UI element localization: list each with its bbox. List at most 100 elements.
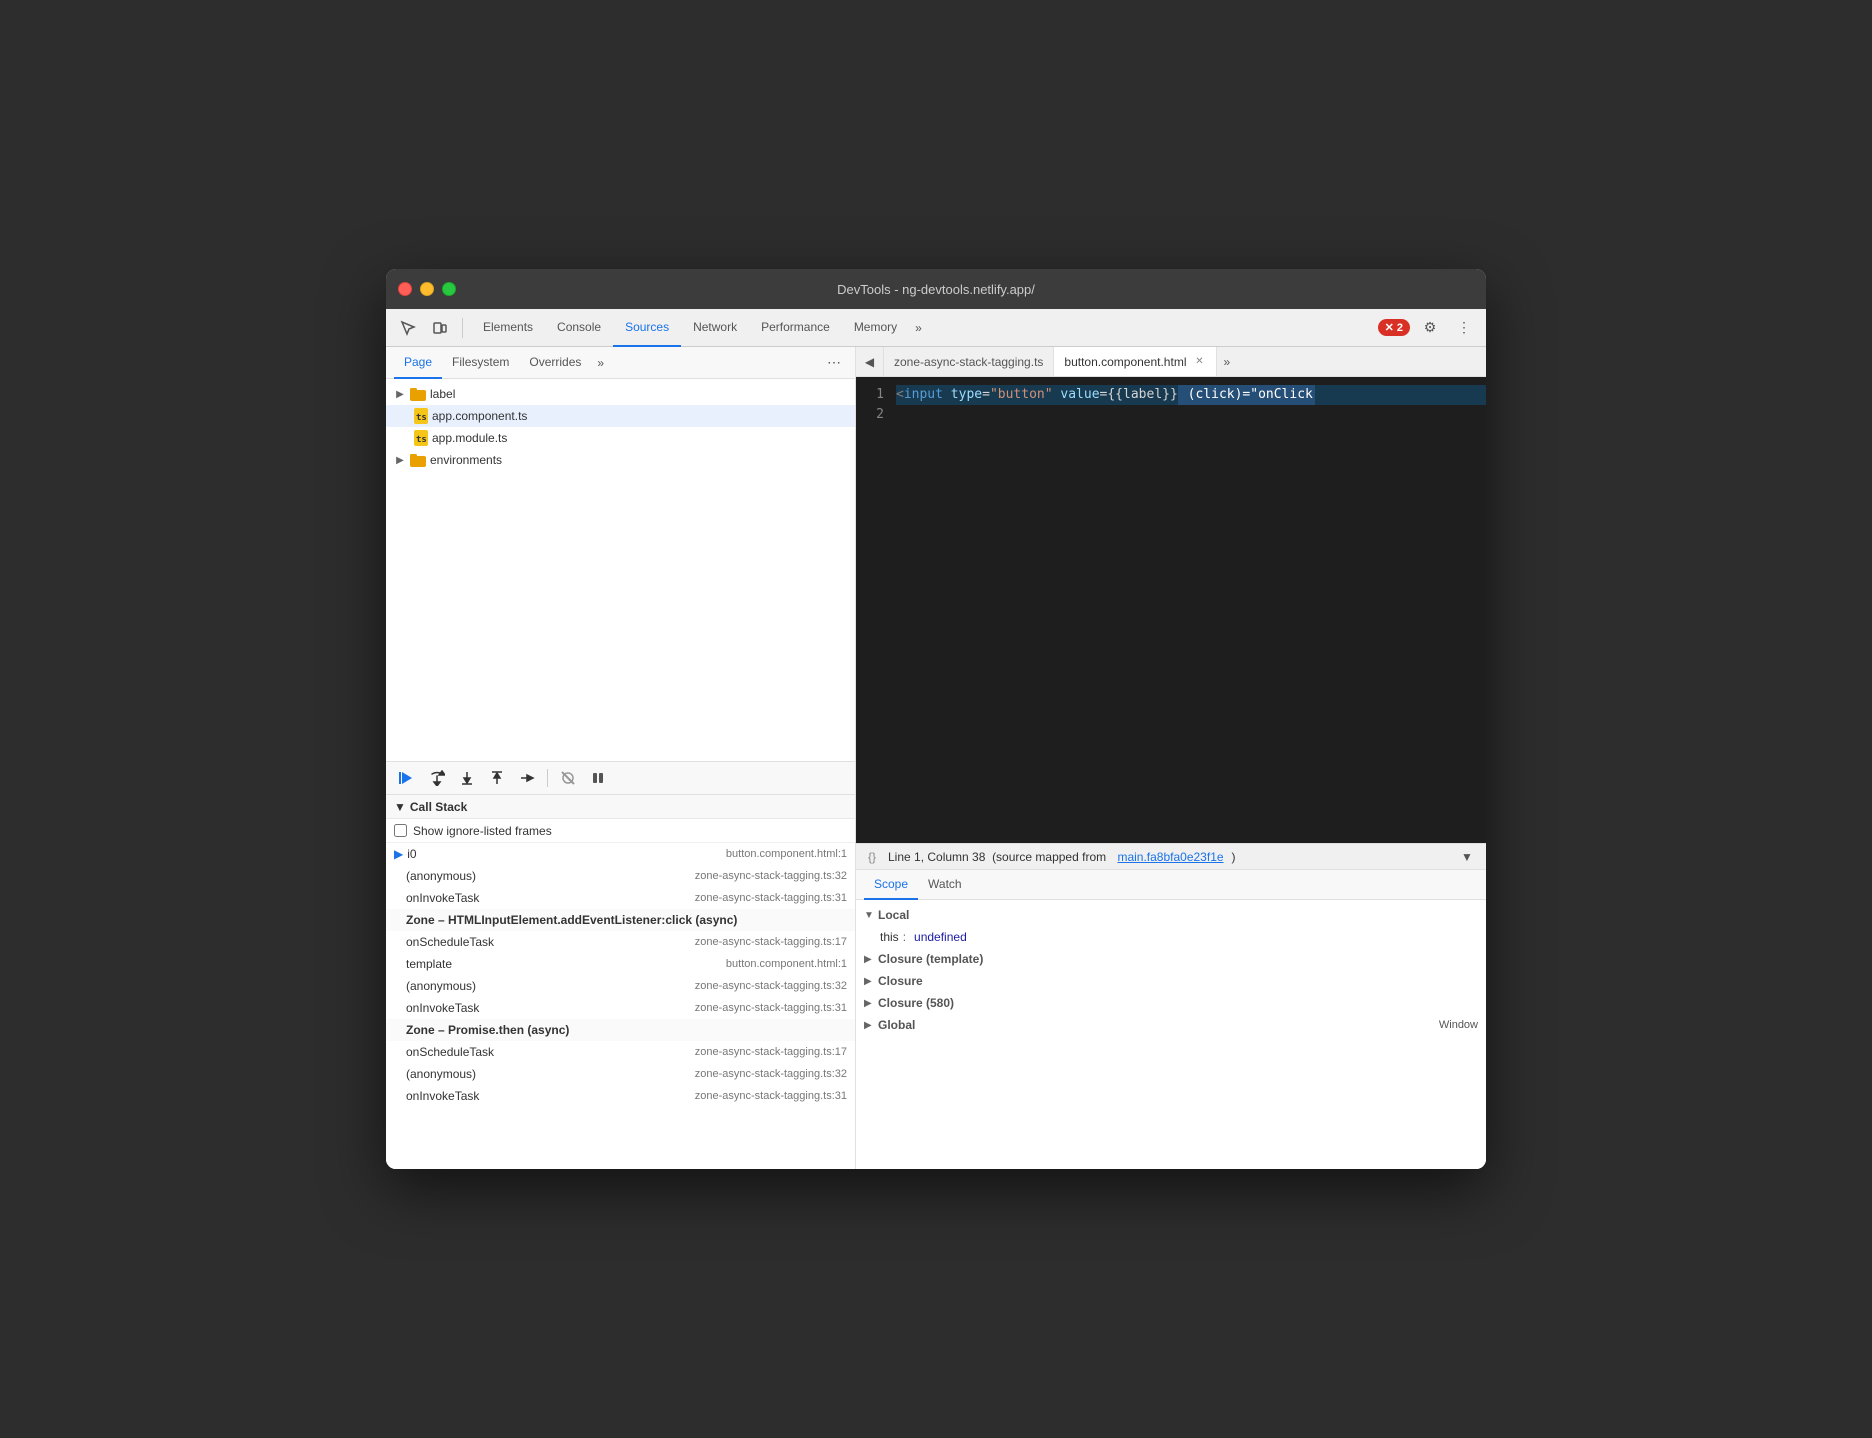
frame-location: zone-async-stack-tagging.ts:31 bbox=[695, 1002, 847, 1014]
sub-tab-filesystem[interactable]: Filesystem bbox=[442, 347, 519, 379]
scope-section-local[interactable]: ▼ Local bbox=[856, 904, 1486, 926]
call-stack-item-onInvokeTask2[interactable]: onInvokeTask zone-async-stack-tagging.ts… bbox=[386, 997, 855, 1019]
source-map-link[interactable]: main.fa8bfa0e23f1e bbox=[1117, 850, 1223, 864]
tab-elements[interactable]: Elements bbox=[471, 309, 545, 347]
tree-folder-environments[interactable]: ▶ environments bbox=[386, 449, 855, 471]
toolbar-right: ✕ 2 ⚙ ⋮ bbox=[1378, 314, 1478, 342]
main-tab-bar: Elements Console Sources Network Perform… bbox=[471, 309, 1374, 347]
scope-panel: Scope Watch ▼ Local this bbox=[856, 869, 1486, 1169]
tab-performance[interactable]: Performance bbox=[749, 309, 842, 347]
status-text-end: ) bbox=[1232, 850, 1236, 864]
tab-memory[interactable]: Memory bbox=[842, 309, 909, 347]
frame-location: zone-async-stack-tagging.ts:31 bbox=[695, 1090, 847, 1102]
scope-section-global[interactable]: ▶ Global Window bbox=[856, 1014, 1486, 1036]
editor-tab-button-html[interactable]: button.component.html ✕ bbox=[1054, 347, 1217, 377]
close-button[interactable] bbox=[398, 282, 412, 296]
settings-button[interactable]: ⚙ bbox=[1416, 314, 1444, 342]
code-token: "button" bbox=[990, 385, 1053, 405]
show-ignore-checkbox[interactable] bbox=[394, 824, 407, 837]
code-token: value bbox=[1053, 385, 1100, 405]
editor-tab-zone-async[interactable]: zone-async-stack-tagging.ts bbox=[884, 347, 1054, 377]
frame-location: button.component.html:1 bbox=[726, 848, 847, 860]
frame-location: zone-async-stack-tagging.ts:32 bbox=[695, 870, 847, 882]
call-stack-item-onScheduleTask2[interactable]: onScheduleTask zone-async-stack-tagging.… bbox=[386, 1041, 855, 1063]
async-header-2: Zone – Promise.then (async) bbox=[386, 1019, 855, 1041]
tab-network[interactable]: Network bbox=[681, 309, 749, 347]
tree-item-name: app.module.ts bbox=[432, 431, 507, 445]
svg-text:ts: ts bbox=[416, 413, 427, 423]
status-bar-right: ▼ bbox=[1456, 846, 1478, 868]
file-icon-module: ts bbox=[414, 430, 428, 446]
frame-name: onInvokeTask bbox=[406, 1001, 479, 1015]
scope-right-value: Window bbox=[1439, 1019, 1478, 1031]
tree-file-app-module[interactable]: ts app.module.ts bbox=[386, 427, 855, 449]
device-toggle-button[interactable] bbox=[426, 314, 454, 342]
async-header-label: Zone – HTMLInputElement.addEventListener… bbox=[406, 913, 737, 927]
devtools-window: DevTools - ng-devtools.netlify.app/ Elem… bbox=[386, 269, 1486, 1169]
call-stack-item-i0[interactable]: ▶ i0 button.component.html:1 bbox=[386, 843, 855, 865]
scope-section-closure-580[interactable]: ▶ Closure (580) bbox=[856, 992, 1486, 1014]
deactivate-breakpoints-button[interactable] bbox=[555, 765, 581, 791]
call-stack-item-onInvokeTask1[interactable]: onInvokeTask zone-async-stack-tagging.ts… bbox=[386, 887, 855, 909]
editor-tab-close[interactable]: ✕ bbox=[1192, 355, 1206, 369]
minimize-button[interactable] bbox=[420, 282, 434, 296]
maximize-button[interactable] bbox=[442, 282, 456, 296]
code-token: = bbox=[982, 385, 990, 405]
call-stack-header[interactable]: ▼ Call Stack bbox=[386, 795, 855, 819]
tree-file-app-component[interactable]: ts app.component.ts bbox=[386, 405, 855, 427]
pause-on-exceptions-button[interactable] bbox=[585, 765, 611, 791]
call-stack-item-anon3[interactable]: (anonymous) zone-async-stack-tagging.ts:… bbox=[386, 1063, 855, 1085]
step-over-button[interactable] bbox=[424, 765, 450, 791]
editor-tab-nav-left[interactable]: ◀ bbox=[856, 347, 884, 377]
show-ignore-label[interactable]: Show ignore-listed frames bbox=[413, 824, 552, 838]
scope-label: Closure bbox=[878, 974, 923, 988]
tree-folder-label[interactable]: ▶ label bbox=[386, 383, 855, 405]
scope-label: Local bbox=[878, 908, 909, 922]
call-stack-item-onScheduleTask1[interactable]: onScheduleTask zone-async-stack-tagging.… bbox=[386, 931, 855, 953]
editor-area: 1 2 <input type="button" value={{label}}… bbox=[856, 377, 1486, 843]
inspect-element-button[interactable] bbox=[394, 314, 422, 342]
step-out-button[interactable] bbox=[484, 765, 510, 791]
step-button[interactable] bbox=[514, 765, 540, 791]
scope-tab-watch[interactable]: Watch bbox=[918, 870, 972, 900]
sub-tab-page[interactable]: Page bbox=[394, 347, 442, 379]
editor-tab-overflow[interactable]: » bbox=[1217, 355, 1236, 369]
scope-property-this[interactable]: this : undefined bbox=[856, 926, 1486, 948]
tree-item-name: label bbox=[430, 387, 455, 401]
scope-section-closure[interactable]: ▶ Closure bbox=[856, 970, 1486, 992]
step-into-button[interactable] bbox=[454, 765, 480, 791]
file-icon-ts: ts bbox=[414, 408, 428, 424]
call-stack-item-onInvokeTask3[interactable]: onInvokeTask zone-async-stack-tagging.ts… bbox=[386, 1085, 855, 1107]
scope-label: Global bbox=[878, 1018, 915, 1032]
scope-arrow: ▶ bbox=[864, 998, 874, 1009]
frame-name: onInvokeTask bbox=[406, 1089, 479, 1103]
scope-tab-scope[interactable]: Scope bbox=[864, 870, 918, 900]
frame-name: onScheduleTask bbox=[406, 935, 494, 949]
resume-button[interactable] bbox=[394, 765, 420, 791]
async-header-1: Zone – HTMLInputElement.addEventListener… bbox=[386, 909, 855, 931]
code-content[interactable]: <input type="button" value={{label}} (cl… bbox=[892, 377, 1486, 843]
scope-section-closure-template[interactable]: ▶ Closure (template) bbox=[856, 948, 1486, 970]
tab-sources[interactable]: Sources bbox=[613, 309, 681, 347]
call-stack-item-template[interactable]: template button.component.html:1 bbox=[386, 953, 855, 975]
error-icon: ✕ bbox=[1385, 321, 1394, 334]
error-badge[interactable]: ✕ 2 bbox=[1378, 319, 1410, 336]
sub-tab-overflow[interactable]: » bbox=[591, 356, 610, 370]
frame-location: button.component.html:1 bbox=[726, 958, 847, 970]
tab-console[interactable]: Console bbox=[545, 309, 613, 347]
top-toolbar: Elements Console Sources Network Perform… bbox=[386, 309, 1486, 347]
sub-tab-overrides[interactable]: Overrides bbox=[519, 347, 591, 379]
call-stack-item-anon2[interactable]: (anonymous) zone-async-stack-tagging.ts:… bbox=[386, 975, 855, 997]
pretty-print-button[interactable]: ▼ bbox=[1456, 846, 1478, 868]
frame-location: zone-async-stack-tagging.ts:32 bbox=[695, 1068, 847, 1080]
frame-name: (anonymous) bbox=[406, 869, 476, 883]
tab-overflow[interactable]: » bbox=[909, 321, 928, 335]
async-header-label: Zone – Promise.then (async) bbox=[406, 1023, 569, 1037]
right-panel: ◀ zone-async-stack-tagging.ts button.com… bbox=[856, 347, 1486, 1169]
sub-panel-more[interactable]: ⋯ bbox=[821, 354, 847, 371]
call-stack-item-anon1[interactable]: (anonymous) zone-async-stack-tagging.ts:… bbox=[386, 865, 855, 887]
more-button[interactable]: ⋮ bbox=[1450, 314, 1478, 342]
debug-sep1 bbox=[547, 769, 548, 787]
window-title: DevTools - ng-devtools.netlify.app/ bbox=[837, 282, 1035, 297]
frame-location: zone-async-stack-tagging.ts:17 bbox=[695, 1046, 847, 1058]
